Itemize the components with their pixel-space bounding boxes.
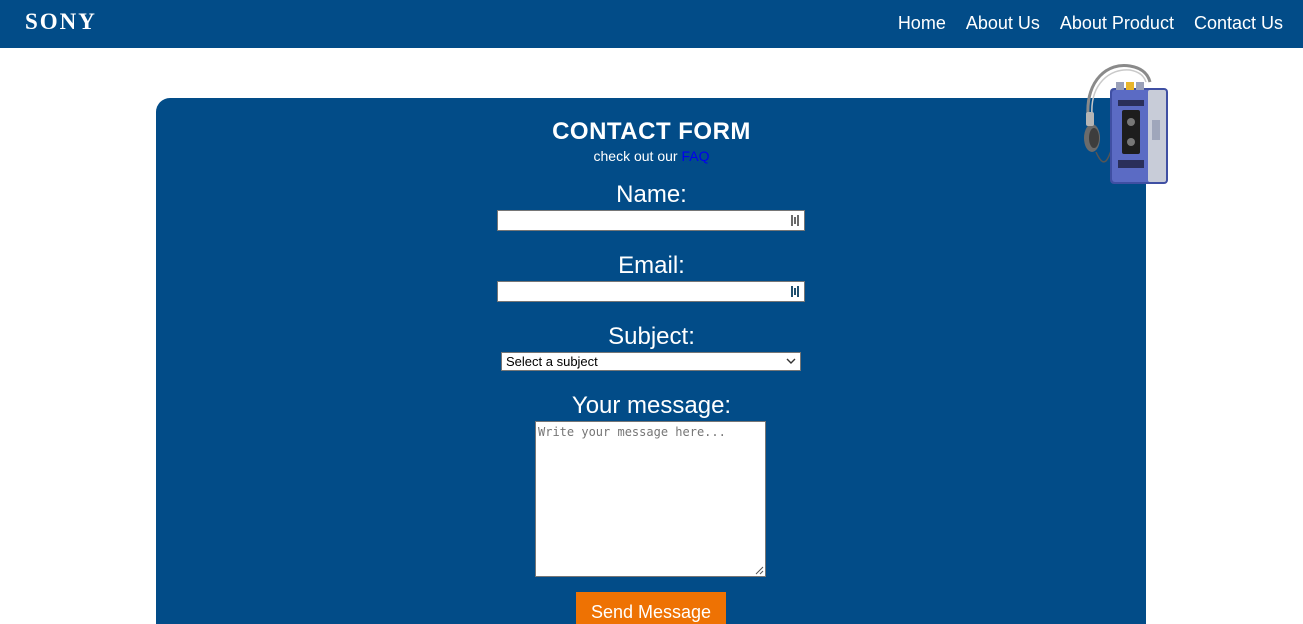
sony-logo[interactable]: SONY <box>25 9 97 35</box>
subject-select[interactable]: Select a subject <box>501 352 801 371</box>
autofill-icon[interactable] <box>790 285 800 298</box>
email-input[interactable] <box>497 281 805 302</box>
faq-prefix-text: check out our <box>593 148 678 164</box>
name-input[interactable] <box>497 210 805 231</box>
autofill-icon[interactable] <box>790 214 800 227</box>
contact-form-title: CONTACT FORM <box>552 118 751 145</box>
faq-prompt: check out our FAQ <box>0 148 1303 164</box>
message-textarea[interactable]: Write your message here... <box>535 421 766 577</box>
message-label: Your message: <box>571 392 732 419</box>
name-label: Name: <box>616 181 687 208</box>
resize-grip-icon[interactable] <box>755 566 764 575</box>
top-navbar: SONY Home About Us About Product Contact… <box>0 0 1303 48</box>
main-nav: Home About Us About Product Contact Us <box>878 12 1283 34</box>
nav-about-us-link[interactable]: About Us <box>966 12 1040 34</box>
subject-selected-value: Select a subject <box>506 354 598 369</box>
faq-link[interactable]: FAQ <box>681 148 709 164</box>
nav-about-product-link[interactable]: About Product <box>1060 12 1174 34</box>
chevron-down-icon <box>786 358 796 364</box>
message-placeholder: Write your message here... <box>538 425 726 439</box>
nav-contact-us-link[interactable]: Contact Us <box>1194 12 1283 34</box>
send-message-button[interactable]: Send Message <box>576 592 726 624</box>
subject-label: Subject: <box>608 323 695 350</box>
email-label: Email: <box>618 252 685 279</box>
nav-home-link[interactable]: Home <box>898 12 946 34</box>
